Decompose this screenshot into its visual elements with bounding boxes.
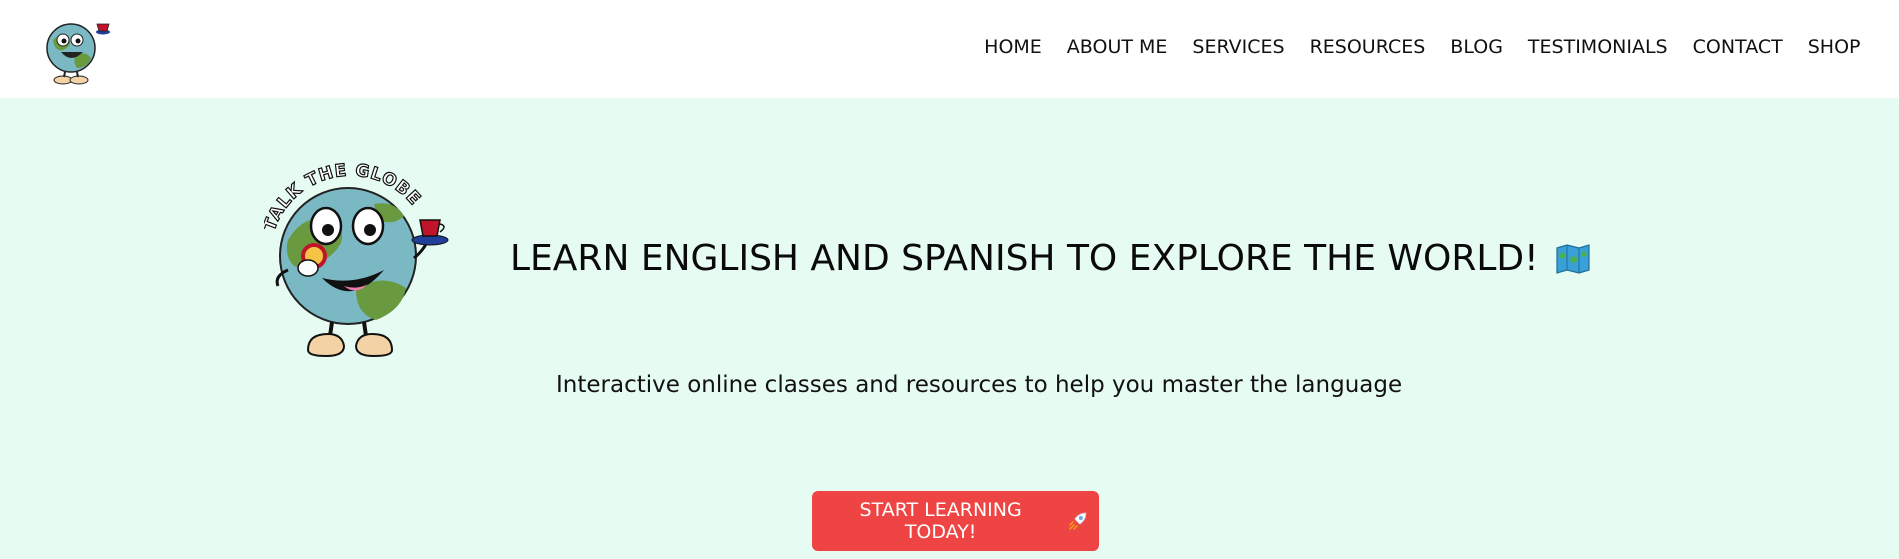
navbar: HOME ABOUT ME SERVICES RESOURCES BLOG TE… (0, 0, 1899, 98)
rocket-icon (1069, 512, 1087, 530)
start-learning-button[interactable]: START LEARNING TODAY! (812, 491, 1099, 551)
main-nav: HOME ABOUT ME SERVICES RESOURCES BLOG TE… (972, 36, 1873, 58)
site-logo[interactable] (33, 10, 113, 88)
nav-contact[interactable]: CONTACT (1680, 36, 1795, 58)
hero-title-text: LEARN ENGLISH AND SPANISH TO EXPLORE THE… (510, 238, 1539, 279)
nav-blog[interactable]: BLOG (1438, 36, 1516, 58)
nav-testimonials[interactable]: TESTIMONIALS (1515, 36, 1680, 58)
nav-resources[interactable]: RESOURCES (1297, 36, 1438, 58)
nav-shop[interactable]: SHOP (1795, 36, 1873, 58)
hero-section: TALK THE GLOBE LEARN ENGLISH AND SPANISH… (0, 98, 1899, 559)
nav-services[interactable]: SERVICES (1180, 36, 1297, 58)
nav-home[interactable]: HOME (972, 36, 1055, 58)
cta-label: START LEARNING TODAY! (859, 499, 1022, 543)
map-icon (1555, 244, 1590, 274)
nav-about-me[interactable]: ABOUT ME (1054, 36, 1180, 58)
hero-mascot-logo: TALK THE GLOBE (264, 160, 449, 358)
hero-title: LEARN ENGLISH AND SPANISH TO EXPLORE THE… (510, 238, 1591, 279)
hero-subtitle: Interactive online classes and resources… (556, 372, 1403, 398)
